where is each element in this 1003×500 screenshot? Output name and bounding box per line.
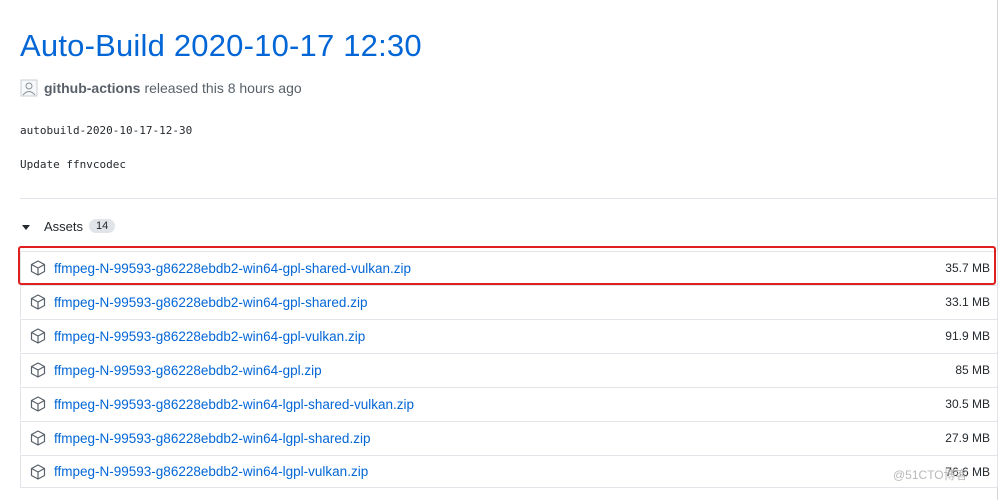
watermark-text: @51CTO博客 [893, 468, 968, 482]
asset-list: ffmpeg-N-99593-g86228ebdb2-win64-gpl-sha… [20, 251, 998, 488]
asset-download-link[interactable]: ffmpeg-N-99593-g86228ebdb2-win64-lgpl-sh… [54, 397, 414, 412]
package-icon [30, 328, 46, 344]
package-icon [30, 463, 46, 480]
package-icon [30, 396, 46, 412]
asset-size: 30.5 MB [945, 397, 990, 411]
asset-row[interactable]: ffmpeg-N-99593-g86228ebdb2-win64-lgpl-sh… [20, 421, 998, 454]
asset-download-link[interactable]: ffmpeg-N-99593-g86228ebdb2-win64-gpl-vul… [54, 329, 365, 344]
assets-label: Assets [44, 218, 84, 234]
release-tag: autobuild-2020-10-17-12-30 [20, 124, 193, 137]
avatar-icon[interactable] [20, 79, 38, 97]
asset-size: 35.7 MB [945, 261, 990, 275]
package-icon [30, 362, 46, 378]
author-link[interactable]: github-actions [44, 80, 140, 96]
release-notes: Update ffnvcodec [20, 158, 126, 171]
package-icon [30, 260, 46, 276]
release-title[interactable]: Auto-Build 2020-10-17 12:30 [20, 28, 422, 64]
assets-toggle[interactable]: Assets 14 [22, 215, 116, 237]
assets-count-badge: 14 [89, 219, 116, 233]
asset-download-link[interactable]: ffmpeg-N-99593-g86228ebdb2-win64-lgpl-sh… [54, 431, 370, 446]
asset-download-link[interactable]: ffmpeg-N-99593-g86228ebdb2-win64-lgpl-vu… [54, 464, 368, 479]
asset-row[interactable]: ffmpeg-N-99593-g86228ebdb2-win64-gpl-vul… [20, 319, 998, 352]
section-divider [20, 198, 998, 199]
package-icon [30, 294, 46, 310]
asset-size: 85 MB [955, 363, 990, 377]
asset-row[interactable]: ffmpeg-N-99593-g86228ebdb2-win64-gpl-sha… [20, 285, 998, 318]
asset-download-link[interactable]: ffmpeg-N-99593-g86228ebdb2-win64-gpl-sha… [54, 295, 367, 310]
release-byline: github-actions released this 8 hours ago [20, 78, 302, 98]
asset-size: 27.9 MB [945, 431, 990, 445]
caret-down-icon [22, 224, 30, 230]
asset-download-link[interactable]: ffmpeg-N-99593-g86228ebdb2-win64-gpl.zip [54, 363, 322, 378]
asset-row[interactable]: ffmpeg-N-99593-g86228ebdb2-win64-lgpl-sh… [20, 387, 998, 420]
package-icon [30, 430, 46, 446]
asset-download-link[interactable]: ffmpeg-N-99593-g86228ebdb2-win64-gpl-sha… [54, 261, 411, 276]
asset-row[interactable]: ffmpeg-N-99593-g86228ebdb2-win64-lgpl-vu… [20, 455, 998, 488]
asset-size: 33.1 MB [945, 295, 990, 309]
asset-size: 91.9 MB [945, 329, 990, 343]
asset-row[interactable]: ffmpeg-N-99593-g86228ebdb2-win64-gpl-sha… [20, 251, 998, 284]
asset-row[interactable]: ffmpeg-N-99593-g86228ebdb2-win64-gpl.zip… [20, 353, 998, 386]
release-time-text: released this 8 hours ago [144, 80, 302, 96]
